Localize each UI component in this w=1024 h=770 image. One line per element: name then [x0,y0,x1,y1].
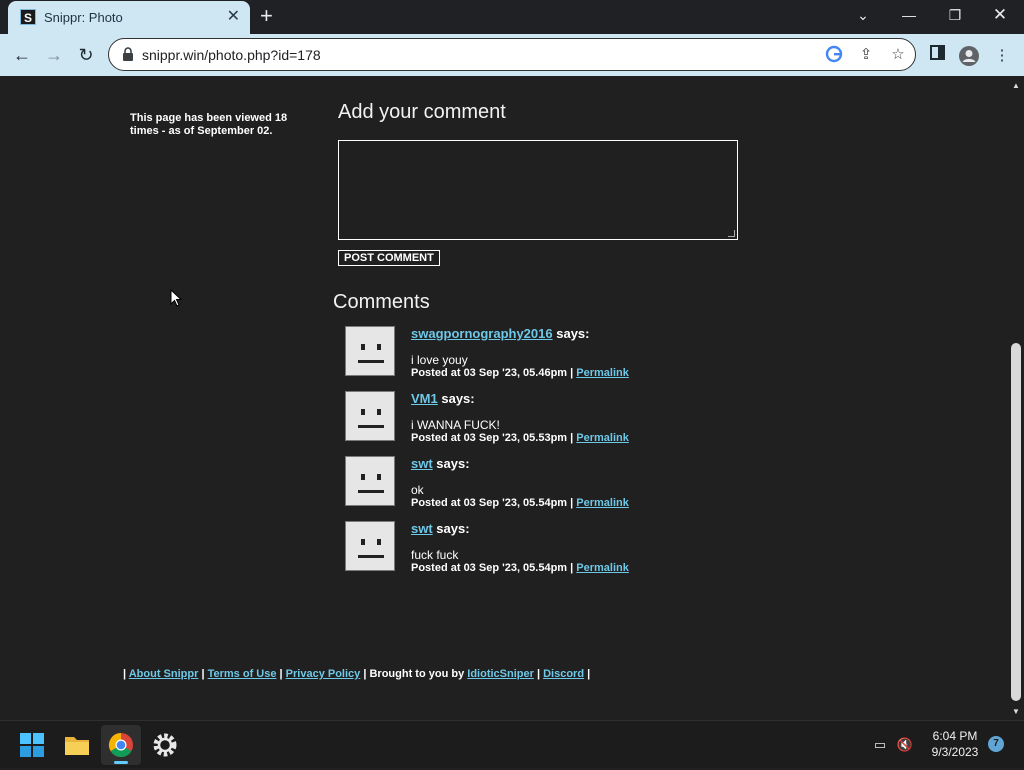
volume-muted-icon[interactable]: 🔇 [896,736,914,754]
comment-item: swt says: ok Posted at 03 Sep '23, 05.54… [345,456,745,516]
says-label: says: [441,391,475,406]
footer-separator: | [587,668,591,680]
post-comment-button[interactable]: POST COMMENT [338,250,440,266]
chrome-taskbar-button[interactable] [101,725,141,765]
says-label: says: [556,326,590,341]
comment-header: swagpornography2016 says: [411,326,589,341]
default-avatar-icon [345,391,395,441]
google-lens-icon[interactable] [824,45,844,65]
back-button[interactable]: ← [9,43,35,67]
browser-toolbar: ← → ↻ snippr.win/photo.php?id=178 ⇪ ☆ ⋮ [0,34,1024,76]
about-link[interactable]: About Snippr [129,668,199,680]
start-button[interactable] [12,725,52,765]
windows-logo-icon [20,733,44,757]
says-label: says: [436,456,470,471]
snippr-favicon-icon: S [20,9,36,25]
comments-heading: Comments [333,291,430,313]
tab-snippr-photo[interactable]: S Snippr: Photo ✕ [8,1,250,34]
notification-badge[interactable]: 7 [988,736,1004,752]
taskbar-clock[interactable]: 6:04 PM 9/3/2023 [920,728,990,760]
comment-username-link[interactable]: swagpornography2016 [411,326,553,341]
gear-icon [153,733,177,757]
permalink-link[interactable]: Permalink [576,497,629,509]
scroll-down-arrow-icon[interactable]: ▼ [1012,707,1020,716]
says-label: says: [436,521,470,536]
permalink-link[interactable]: Permalink [576,562,629,574]
scroll-up-arrow-icon[interactable]: ▲ [1012,81,1020,90]
mouse-cursor-icon [170,289,182,307]
page-content: This page has been viewed 18 times - as … [0,77,1008,720]
forward-button[interactable]: → [41,43,67,67]
comment-timestamp: Posted at 03 Sep '23, 05.46pm | [411,367,574,379]
discord-link[interactable]: Discord [543,668,584,680]
comment-meta: Posted at 03 Sep '23, 05.46pm | Permalin… [411,367,629,379]
side-panel-icon[interactable] [926,45,948,67]
footer-separator: | [279,668,283,680]
clock-time: 6:04 PM [932,729,978,743]
view-count-text: This page has been viewed 18 times - as … [130,112,288,137]
permalink-link[interactable]: Permalink [576,432,629,444]
network-icon[interactable]: ▭ [871,736,889,754]
comment-text: i love youy [411,353,468,367]
privacy-link[interactable]: Privacy Policy [286,668,361,680]
restore-button[interactable]: ❐ [940,4,970,26]
file-explorer-button[interactable] [57,725,97,765]
windows-taskbar: ▭ 🔇 6:04 PM 9/3/2023 7 [0,720,1024,768]
tab-strip: S Snippr: Photo ✕ + ⌄ — ❐ ✕ [0,0,1024,34]
default-avatar-icon [345,326,395,376]
comment-meta: Posted at 03 Sep '23, 05.54pm | Permalin… [411,497,629,509]
comment-header: swt says: [411,521,470,536]
comment-item: swagpornography2016 says: i love youy Po… [345,326,745,386]
comment-textarea[interactable] [338,140,738,240]
profile-avatar-icon[interactable] [958,45,980,67]
author-link[interactable]: IdioticSniper [467,668,534,680]
comment-text: ok [411,483,424,497]
footer-separator: | [536,668,541,680]
brought-by-text: Brought to you by [369,668,465,680]
comment-header: VM1 says: [411,391,475,406]
comment-meta: Posted at 03 Sep '23, 05.54pm | Permalin… [411,562,629,574]
page-footer: | About Snippr | Terms of Use | Privacy … [123,668,590,680]
comment-username-link[interactable]: swt [411,521,433,536]
comment-meta: Posted at 03 Sep '23, 05.53pm | Permalin… [411,432,629,444]
page-scrollbar[interactable]: ▲ ▼ [1008,77,1024,720]
permalink-link[interactable]: Permalink [576,367,629,379]
comment-username-link[interactable]: swt [411,456,433,471]
comment-timestamp: Posted at 03 Sep '23, 05.53pm | [411,432,574,444]
comment-text: i WANNA FUCK! [411,418,500,432]
tab-title: Snippr: Photo [44,10,123,25]
add-comment-heading: Add your comment [338,101,506,123]
comment-header: swt says: [411,456,470,471]
new-tab-button[interactable]: + [260,4,273,28]
address-bar[interactable]: snippr.win/photo.php?id=178 ⇪ ☆ [108,38,916,71]
bookmark-star-icon[interactable]: ☆ [888,45,908,65]
comment-timestamp: Posted at 03 Sep '23, 05.54pm | [411,562,574,574]
share-icon[interactable]: ⇪ [856,45,876,65]
comment-text: fuck fuck [411,548,459,562]
settings-taskbar-button[interactable] [145,725,185,765]
url-text: snippr.win/photo.php?id=178 [142,47,321,63]
menu-kebab-icon[interactable]: ⋮ [991,45,1013,67]
chrome-icon [108,733,133,758]
lock-icon [123,47,133,61]
clock-date: 9/3/2023 [931,745,979,759]
tab-close-icon[interactable]: ✕ [227,7,240,27]
comment-username-link[interactable]: VM1 [411,391,438,406]
folder-icon [65,737,89,755]
comment-item: VM1 says: i WANNA FUCK! Posted at 03 Sep… [345,391,745,451]
comment-timestamp: Posted at 03 Sep '23, 05.54pm | [411,497,574,509]
tab-search-chevron-icon[interactable]: ⌄ [848,4,878,26]
window-close-button[interactable]: ✕ [985,4,1015,26]
active-app-indicator [114,761,128,764]
footer-separator: | [363,668,367,680]
scrollbar-thumb[interactable] [1011,343,1021,701]
footer-separator: | [123,668,127,680]
default-avatar-icon [345,456,395,506]
footer-separator: | [201,668,205,680]
reload-button[interactable]: ↻ [73,43,99,67]
minimize-button[interactable]: — [894,4,924,26]
default-avatar-icon [345,521,395,571]
comment-item: swt says: fuck fuck Posted at 03 Sep '23… [345,521,745,581]
terms-link[interactable]: Terms of Use [208,668,277,680]
